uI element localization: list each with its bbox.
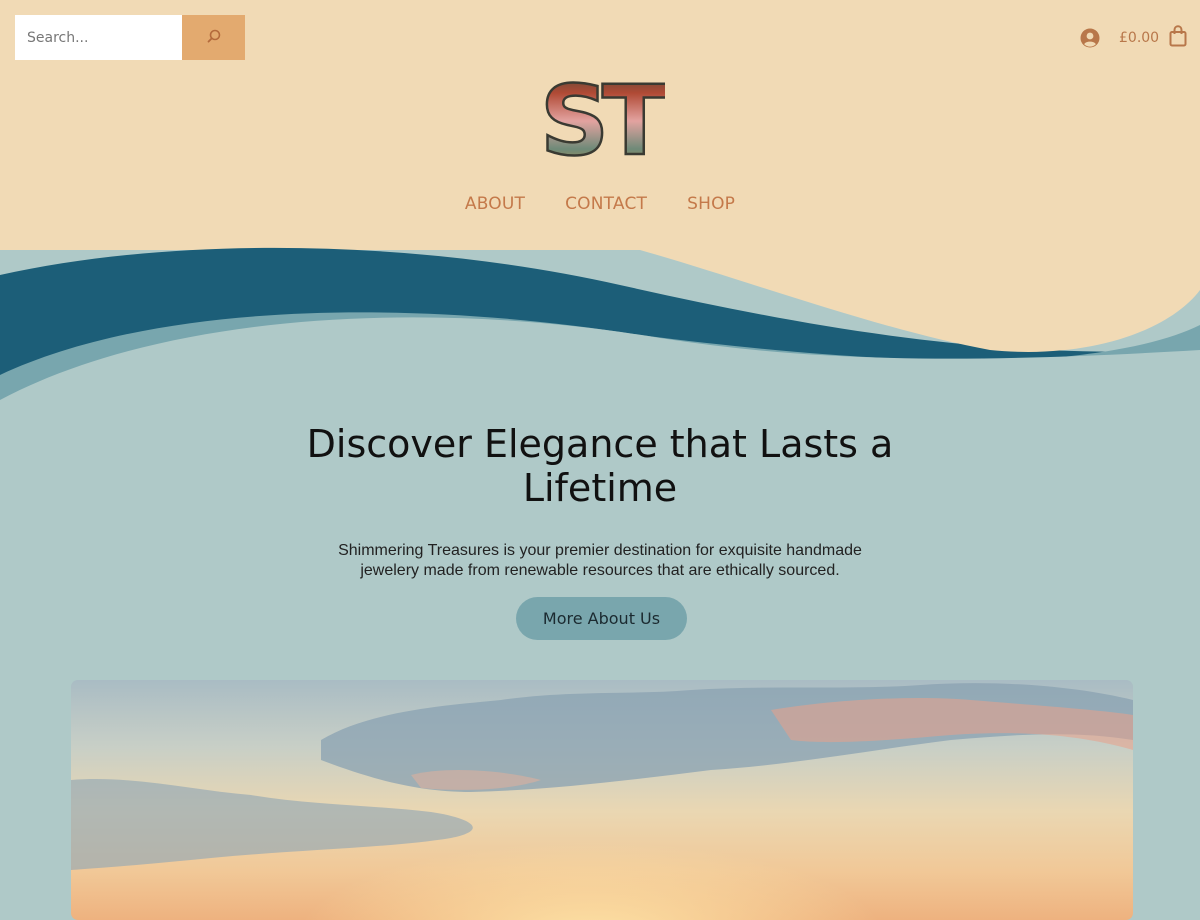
hero-description: Shimmering Treasures is your premier des… <box>338 542 862 579</box>
shopping-bag-icon <box>1169 25 1187 51</box>
header-wave <box>0 230 1200 410</box>
search-input[interactable] <box>15 15 182 60</box>
nav-item-shop[interactable]: SHOP <box>687 194 735 214</box>
svg-text:S: S <box>540 74 605 162</box>
more-about-us-button[interactable]: More About Us <box>516 597 687 640</box>
search-button[interactable] <box>182 15 245 60</box>
cart-total: £0.00 <box>1119 30 1160 46</box>
search-form <box>15 15 245 60</box>
nav-item-about[interactable]: ABOUT <box>465 194 525 214</box>
nav-item-contact[interactable]: CONTACT <box>565 194 647 214</box>
account-icon[interactable] <box>1080 28 1100 48</box>
search-icon <box>206 28 222 47</box>
cart-link[interactable]: £0.00 <box>1119 25 1187 51</box>
sunset-sky-image <box>71 680 1133 920</box>
site-logo[interactable]: S T <box>539 64 669 179</box>
svg-text:T: T <box>602 74 665 162</box>
main-nav: ABOUT CONTACT SHOP <box>0 194 1200 214</box>
hero-title: Discover Elegance that Lasts a Lifetime <box>306 422 894 510</box>
